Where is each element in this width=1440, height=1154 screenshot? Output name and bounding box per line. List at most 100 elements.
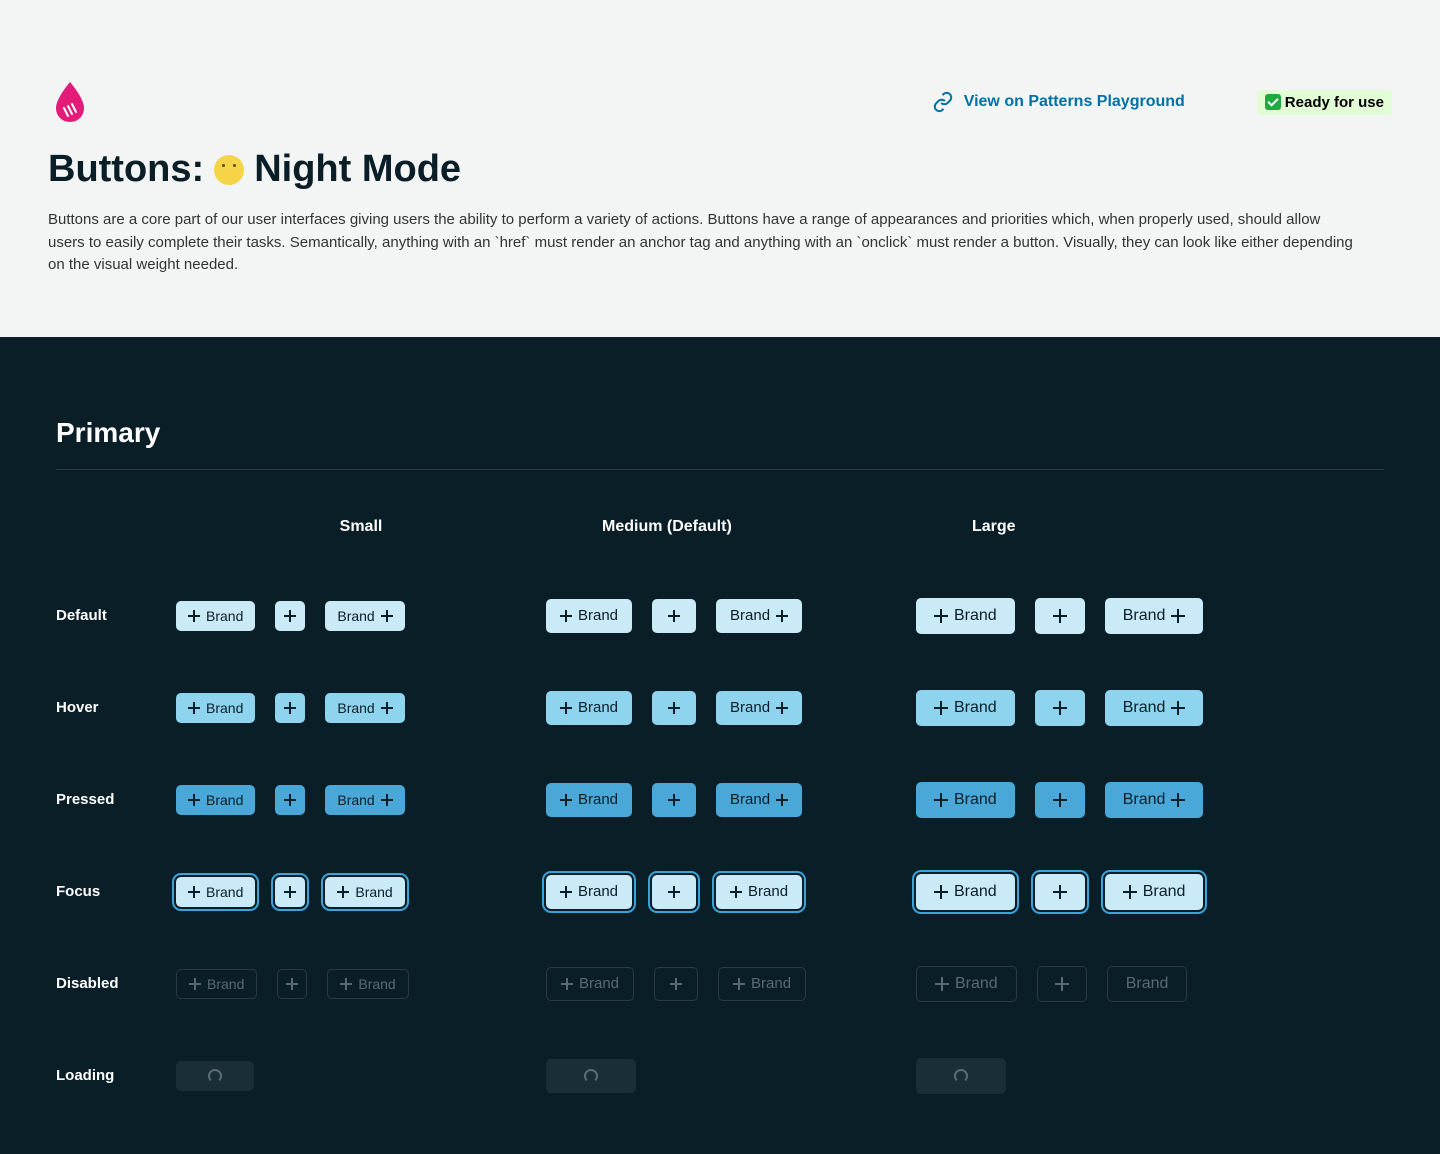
- btn-label: Brand: [1123, 699, 1166, 717]
- page-description: Buttons are a core part of our user inte…: [48, 209, 1358, 277]
- section-title: Primary: [56, 417, 1384, 449]
- btn-label: Brand: [355, 884, 392, 900]
- brand-button-icon-only[interactable]: [275, 601, 305, 631]
- brand-button-icon-only[interactable]: [275, 785, 305, 815]
- btn-label: Brand: [730, 607, 770, 624]
- row-label-disabled: Disabled: [56, 975, 176, 992]
- plus-icon: [560, 886, 572, 898]
- brand-button-icon-only: [1037, 966, 1087, 1002]
- brand-button-icon-right[interactable]: Brand: [716, 599, 802, 633]
- brand-button-icon-right[interactable]: Brand: [325, 601, 404, 631]
- brand-button-icon-right[interactable]: Brand: [325, 877, 404, 907]
- plus-icon: [1053, 609, 1067, 623]
- btn-label: Brand: [954, 699, 997, 717]
- spinner-icon: [584, 1069, 598, 1083]
- brand-button-icon-right[interactable]: Brand: [1105, 874, 1204, 910]
- plus-icon: [934, 793, 948, 807]
- btn-group: Brand Brand: [176, 785, 546, 815]
- brand-button[interactable]: Brand: [176, 693, 255, 723]
- btn-label: Brand: [955, 975, 998, 993]
- btn-group: Brand Brand: [916, 598, 1286, 634]
- brand-button-icon-right[interactable]: Brand: [716, 691, 802, 725]
- ready-badge-label: Ready for use: [1285, 94, 1384, 111]
- brand-button-icon-right[interactable]: Brand: [1105, 782, 1204, 818]
- brand-button[interactable]: Brand: [176, 785, 255, 815]
- brand-button-icon-only[interactable]: [652, 875, 696, 909]
- brand-button-icon-right[interactable]: Brand: [1105, 690, 1204, 726]
- header-top: View on Patterns Playground Ready for us…: [48, 80, 1392, 124]
- brand-button-loading: [546, 1059, 636, 1093]
- brand-button[interactable]: Brand: [176, 601, 255, 631]
- title-prefix: Buttons:: [48, 148, 204, 191]
- brand-button-icon-only[interactable]: [652, 599, 696, 633]
- brand-button[interactable]: Brand: [916, 598, 1015, 634]
- btn-label: Brand: [1143, 883, 1186, 901]
- header-section: View on Patterns Playground Ready for us…: [0, 0, 1440, 337]
- plus-icon: [776, 794, 788, 806]
- btn-group: Brand Brand: [176, 693, 546, 723]
- btn-group: Brand Brand: [916, 966, 1286, 1002]
- brand-button-icon-only[interactable]: [652, 691, 696, 725]
- brand-button[interactable]: Brand: [916, 690, 1015, 726]
- brand-button-icon-right: Brand: [327, 969, 408, 999]
- brand-button-icon-only[interactable]: [1035, 782, 1085, 818]
- brand-button[interactable]: Brand: [176, 877, 255, 907]
- spinner-icon: [954, 1069, 968, 1083]
- brand-logo-icon: [48, 80, 92, 124]
- plus-icon: [188, 702, 200, 714]
- btn-label: Brand: [337, 608, 374, 624]
- brand-button[interactable]: Brand: [546, 691, 632, 725]
- col-header-large: Large: [916, 518, 1286, 536]
- brand-button-icon-only[interactable]: [275, 877, 305, 907]
- col-header-medium: Medium (Default): [546, 518, 916, 536]
- plus-icon: [381, 794, 393, 806]
- brand-button-icon-only[interactable]: [1035, 874, 1085, 910]
- brand-button[interactable]: Brand: [546, 783, 632, 817]
- playground-link[interactable]: View on Patterns Playground: [932, 91, 1185, 113]
- btn-group: Brand Brand: [916, 782, 1286, 818]
- row-label-focus: Focus: [56, 883, 176, 900]
- plus-icon: [284, 610, 296, 622]
- brand-button-icon-only[interactable]: [1035, 690, 1085, 726]
- plus-icon: [284, 886, 296, 898]
- brand-button-icon-only[interactable]: [652, 783, 696, 817]
- brand-button-icon-only[interactable]: [275, 693, 305, 723]
- btn-group: Brand Brand: [916, 874, 1286, 910]
- btn-label: Brand: [337, 792, 374, 808]
- brand-button-icon-right[interactable]: Brand: [716, 783, 802, 817]
- row-label-default: Default: [56, 607, 176, 624]
- plus-icon: [1171, 609, 1185, 623]
- brand-button: Brand: [176, 969, 257, 999]
- brand-button-icon-right[interactable]: Brand: [325, 785, 404, 815]
- btn-label: Brand: [337, 700, 374, 716]
- brand-button[interactable]: Brand: [546, 599, 632, 633]
- page-title: Buttons: Night Mode: [48, 148, 1392, 191]
- plus-icon: [188, 610, 200, 622]
- btn-group: Brand Brand: [546, 599, 916, 633]
- brand-button[interactable]: Brand: [546, 875, 632, 909]
- plus-icon: [188, 886, 200, 898]
- plus-icon: [1171, 701, 1185, 715]
- brand-button-icon-right[interactable]: Brand: [325, 693, 404, 723]
- plus-icon: [1055, 977, 1069, 991]
- plus-icon: [284, 702, 296, 714]
- ready-badge: Ready for use: [1257, 90, 1392, 115]
- brand-button-icon-right[interactable]: Brand: [1105, 598, 1204, 634]
- brand-button[interactable]: Brand: [916, 782, 1015, 818]
- plus-icon: [284, 794, 296, 806]
- header-actions: View on Patterns Playground Ready for us…: [932, 90, 1392, 115]
- btn-group: Brand Brand: [176, 969, 546, 999]
- row-label-hover: Hover: [56, 699, 176, 716]
- brand-button-icon-right[interactable]: Brand: [716, 875, 802, 909]
- brand-button[interactable]: Brand: [916, 874, 1015, 910]
- plus-icon: [776, 702, 788, 714]
- btn-label: Brand: [954, 791, 997, 809]
- button-grid: Small Medium (Default) Large Default Bra…: [56, 512, 1384, 1094]
- brand-button-icon-only[interactable]: [1035, 598, 1085, 634]
- spinner-icon: [208, 1069, 222, 1083]
- plus-icon: [189, 978, 201, 990]
- plus-icon: [668, 610, 680, 622]
- plus-icon: [1171, 793, 1185, 807]
- plus-icon: [381, 702, 393, 714]
- plus-icon: [560, 794, 572, 806]
